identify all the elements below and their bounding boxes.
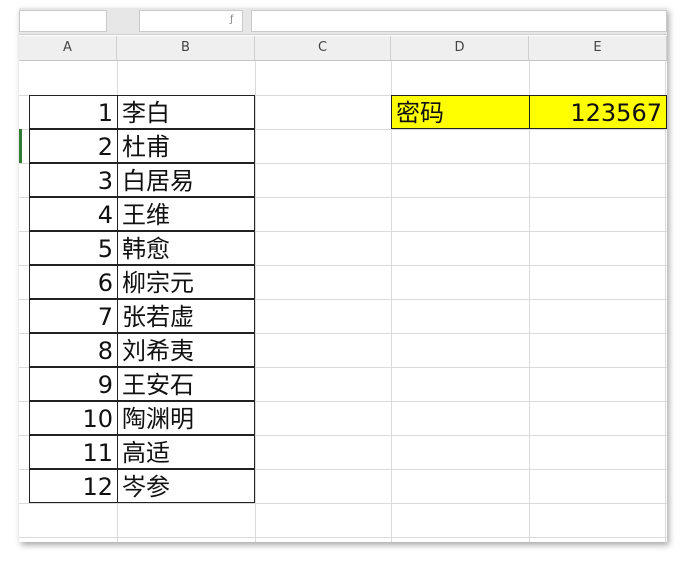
- cell-number[interactable]: 12: [29, 469, 118, 503]
- cell-number[interactable]: 11: [29, 435, 118, 469]
- cell-poet-name[interactable]: 陶渊明: [117, 401, 255, 435]
- cell-poet-name[interactable]: 刘希夷: [117, 333, 255, 367]
- spreadsheet-window: ƒ A B C D E 1 李白 2 杜甫 3 白居易 4 王维 5 韩愈 6 …: [19, 8, 667, 542]
- cell-number[interactable]: 8: [29, 333, 118, 367]
- column-header-row: A B C D E: [19, 36, 667, 61]
- function-buttons[interactable]: ƒ: [139, 10, 243, 32]
- cell-poet-name[interactable]: 韩愈: [117, 231, 255, 265]
- cell-poet-name[interactable]: 王维: [117, 197, 255, 231]
- cell-poet-name[interactable]: 王安石: [117, 367, 255, 401]
- fx-icon[interactable]: ƒ: [230, 14, 234, 25]
- password-value-cell[interactable]: 123567: [529, 95, 667, 129]
- formula-bar-strip: ƒ: [19, 8, 667, 35]
- cell-grid[interactable]: 1 李白 2 杜甫 3 白居易 4 王维 5 韩愈 6 柳宗元 7 张若虚 8 …: [19, 61, 667, 542]
- cell-poet-name[interactable]: 白居易: [117, 163, 255, 197]
- column-header-b[interactable]: B: [117, 36, 255, 60]
- cell-poet-name[interactable]: 岑参: [117, 469, 255, 503]
- cell-number[interactable]: 2: [29, 129, 118, 163]
- cell-number[interactable]: 9: [29, 367, 118, 401]
- cell-number[interactable]: 4: [29, 197, 118, 231]
- cell-number[interactable]: 6: [29, 265, 118, 299]
- column-header-d[interactable]: D: [391, 36, 529, 60]
- cell-poet-name[interactable]: 张若虚: [117, 299, 255, 333]
- screenshot-frame: ƒ A B C D E 1 李白 2 杜甫 3 白居易 4 王维 5 韩愈 6 …: [0, 0, 697, 563]
- cell-number[interactable]: 7: [29, 299, 118, 333]
- column-header-a[interactable]: A: [19, 36, 117, 60]
- cell-poet-name[interactable]: 李白: [117, 95, 255, 129]
- cell-number[interactable]: 3: [29, 163, 118, 197]
- selection-indicator: [19, 129, 22, 163]
- formula-input[interactable]: [251, 10, 667, 32]
- cell-poet-name[interactable]: 杜甫: [117, 129, 255, 163]
- cell-poet-name[interactable]: 柳宗元: [117, 265, 255, 299]
- password-label-cell[interactable]: 密码: [391, 95, 530, 129]
- cell-number[interactable]: 1: [29, 95, 118, 129]
- column-header-c[interactable]: C: [255, 36, 391, 60]
- cell-number[interactable]: 5: [29, 231, 118, 265]
- name-box[interactable]: [19, 10, 107, 32]
- column-header-e[interactable]: E: [529, 36, 667, 60]
- cell-number[interactable]: 10: [29, 401, 118, 435]
- cell-poet-name[interactable]: 高适: [117, 435, 255, 469]
